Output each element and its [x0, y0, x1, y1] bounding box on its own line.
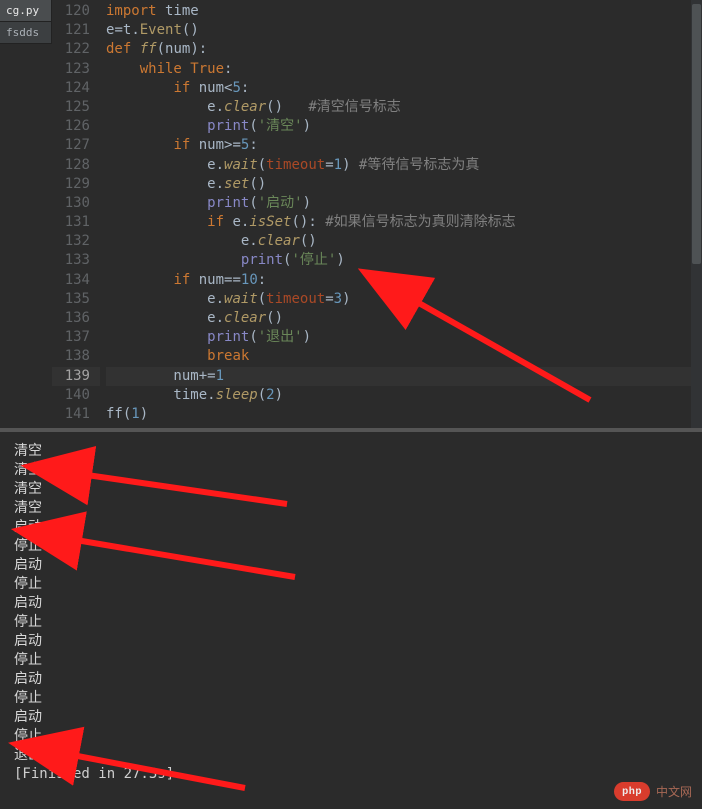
code-line[interactable]: print('停止') — [106, 251, 694, 270]
output-line: 启动 — [14, 556, 688, 575]
line-number: 140 — [52, 386, 100, 405]
line-number: 130 — [52, 194, 100, 213]
output-line: 启动 — [14, 518, 688, 537]
line-number: 121 — [52, 21, 100, 40]
code-line[interactable]: print('启动') — [106, 194, 694, 213]
output-line: 启动 — [14, 708, 688, 727]
code-line[interactable]: def ff(num): — [106, 40, 694, 59]
output-line: 退出 — [14, 746, 688, 765]
line-number: 129 — [52, 175, 100, 194]
line-number: 133 — [52, 251, 100, 270]
code-line[interactable]: print('清空') — [106, 117, 694, 136]
watermark-text: 中文网 — [656, 783, 692, 800]
line-number: 139 — [52, 367, 100, 386]
scrollbar-thumb[interactable] — [692, 4, 701, 264]
line-number: 120 — [52, 2, 100, 21]
code-line[interactable]: time.sleep(2) — [106, 386, 694, 405]
line-gutter: 1201211221231241251261271281291301311321… — [52, 0, 100, 424]
line-number: 128 — [52, 156, 100, 175]
output-line: 清空 — [14, 480, 688, 499]
code-line[interactable]: e.set() — [106, 175, 694, 194]
output-line: 启动 — [14, 670, 688, 689]
output-line: 停止 — [14, 575, 688, 594]
code-line[interactable]: e.clear() — [106, 232, 694, 251]
code-line[interactable]: import time — [106, 2, 694, 21]
output-line: 停止 — [14, 689, 688, 708]
code-line[interactable]: if num==10: — [106, 271, 694, 290]
code-editor[interactable]: 1201211221231241251261271281291301311321… — [0, 0, 702, 432]
line-number: 126 — [52, 117, 100, 136]
tab-file[interactable]: cg.py — [0, 0, 52, 22]
line-number: 141 — [52, 405, 100, 424]
line-number: 122 — [52, 40, 100, 59]
output-panel[interactable]: 清空清空清空清空启动停止启动停止启动停止启动停止启动停止启动停止退出[Finis… — [0, 432, 702, 809]
output-line: 停止 — [14, 727, 688, 746]
tab-file[interactable]: fsdds — [0, 22, 52, 44]
output-line: 清空 — [14, 499, 688, 518]
line-number: 123 — [52, 60, 100, 79]
code-line[interactable]: e.clear() — [106, 309, 694, 328]
output-finished: [Finished in 27.3s] — [14, 765, 688, 784]
line-number: 137 — [52, 328, 100, 347]
code-line[interactable]: e.wait(timeout=1) #等待信号标志为真 — [106, 156, 694, 175]
line-number: 131 — [52, 213, 100, 232]
output-line: 停止 — [14, 613, 688, 632]
line-number: 127 — [52, 136, 100, 155]
line-number: 132 — [52, 232, 100, 251]
code-line[interactable]: if e.isSet(): #如果信号标志为真则清除标志 — [106, 213, 694, 232]
tab-bar: cg.py fsdds — [0, 0, 52, 44]
watermark: php 中文网 — [614, 782, 692, 801]
editor-scrollbar[interactable] — [691, 0, 702, 428]
code-line[interactable]: e.clear() #清空信号标志 — [106, 98, 694, 117]
code-line[interactable]: if num>=5: — [106, 136, 694, 155]
code-line[interactable]: e=t.Event() — [106, 21, 694, 40]
line-number: 135 — [52, 290, 100, 309]
line-number: 138 — [52, 347, 100, 366]
output-line: 清空 — [14, 442, 688, 461]
code-line[interactable]: e.wait(timeout=3) — [106, 290, 694, 309]
line-number: 134 — [52, 271, 100, 290]
code-line[interactable]: if num<5: — [106, 79, 694, 98]
code-line[interactable]: break — [106, 347, 694, 366]
code-line[interactable]: num+=1 — [106, 367, 694, 386]
output-line: 启动 — [14, 594, 688, 613]
code-line[interactable]: ff(1) — [106, 405, 694, 424]
output-line: 停止 — [14, 537, 688, 556]
watermark-badge: php — [614, 782, 650, 801]
output-line: 停止 — [14, 651, 688, 670]
code-area[interactable]: import timee=t.Event()def ff(num): while… — [106, 0, 694, 424]
line-number: 125 — [52, 98, 100, 117]
output-line: 清空 — [14, 461, 688, 480]
line-number: 124 — [52, 79, 100, 98]
code-line[interactable]: while True: — [106, 60, 694, 79]
code-line[interactable]: print('退出') — [106, 328, 694, 347]
line-number: 136 — [52, 309, 100, 328]
output-line: 启动 — [14, 632, 688, 651]
